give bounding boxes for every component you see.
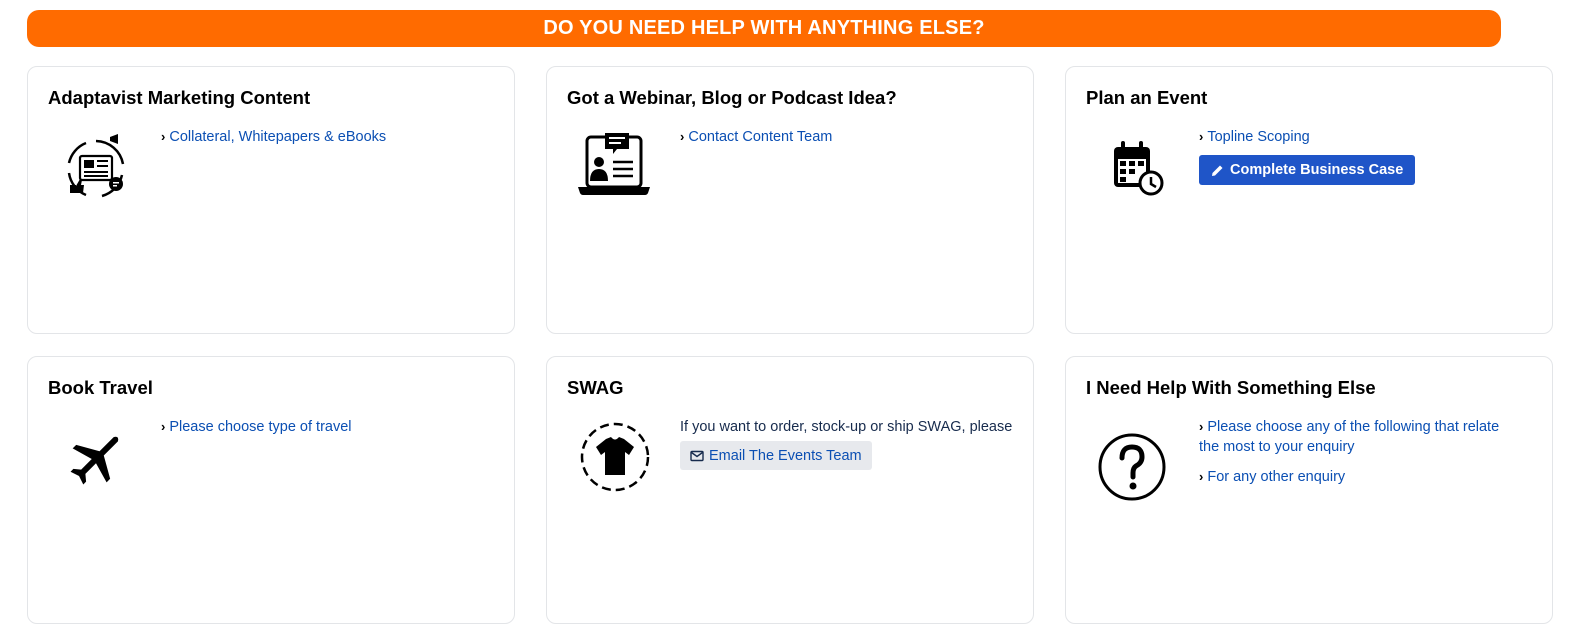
link-other-enquiry[interactable]: › For any other enquiry bbox=[1199, 467, 1540, 487]
chevron-right-icon: › bbox=[1199, 419, 1204, 434]
link-collateral[interactable]: › Collateral, Whitepapers & eBooks bbox=[161, 127, 502, 147]
link-choose-enquiry[interactable]: › Please choose any of the following that… bbox=[1199, 417, 1509, 457]
card-webinar-idea: Got a Webinar, Blog or Podcast Idea? › Co… bbox=[546, 66, 1034, 334]
chevron-right-icon: › bbox=[161, 129, 166, 144]
link-topline-scoping[interactable]: › Topline Scoping bbox=[1199, 127, 1540, 147]
airplane-icon bbox=[56, 419, 136, 499]
chevron-right-icon: › bbox=[680, 129, 685, 144]
chevron-right-icon: › bbox=[1199, 469, 1204, 484]
card-title: Plan an Event bbox=[1086, 87, 1208, 108]
link-label: Topline Scoping bbox=[1207, 129, 1310, 145]
card-title: SWAG bbox=[567, 377, 624, 398]
card-something-else: I Need Help With Something Else › Please … bbox=[1065, 356, 1553, 624]
card-title: I Need Help With Something Else bbox=[1086, 377, 1376, 398]
button-label: Complete Business Case bbox=[1230, 162, 1404, 178]
chevron-right-icon: › bbox=[1199, 129, 1204, 144]
laptop-presenter-icon bbox=[575, 129, 655, 209]
news-cycle-icon bbox=[56, 129, 136, 209]
email-events-team-button[interactable]: Email The Events Team bbox=[680, 441, 872, 470]
card-book-travel: Book Travel › Please choose type of trave… bbox=[27, 356, 515, 624]
card-title: Adaptavist Marketing Content bbox=[48, 87, 311, 108]
calendar-clock-icon bbox=[1094, 129, 1174, 209]
link-label: For any other enquiry bbox=[1207, 469, 1346, 485]
link-label: Contact Content Team bbox=[688, 129, 833, 145]
card-marketing-content: Adaptavist Marketing Content › Collateral… bbox=[27, 66, 515, 334]
link-label: Please choose any of the following that … bbox=[1199, 419, 1500, 455]
button-label: Email The Events Team bbox=[709, 447, 862, 464]
link-label: Collateral, Whitepapers & eBooks bbox=[169, 129, 387, 145]
pencil-icon bbox=[1212, 165, 1223, 176]
question-circle-icon bbox=[1096, 431, 1176, 511]
tshirt-icon bbox=[575, 419, 655, 499]
card-title: Got a Webinar, Blog or Podcast Idea? bbox=[567, 87, 897, 108]
link-travel-type[interactable]: › Please choose type of travel bbox=[161, 417, 502, 437]
card-title: Book Travel bbox=[48, 377, 153, 398]
swag-instructions: If you want to order, stock-up or ship S… bbox=[680, 419, 1013, 435]
card-swag: SWAG If you want to order, stock-up or s… bbox=[546, 356, 1034, 624]
card-plan-event: Plan an Event › Topline Scoping Complete … bbox=[1065, 66, 1553, 334]
chevron-right-icon: › bbox=[161, 419, 166, 434]
help-banner: DO YOU NEED HELP WITH ANYTHING ELSE? bbox=[27, 10, 1501, 47]
link-label: Please choose type of travel bbox=[169, 419, 352, 435]
envelope-icon bbox=[690, 450, 704, 461]
link-contact-content-team[interactable]: › Contact Content Team bbox=[680, 127, 1021, 147]
complete-business-case-button[interactable]: Complete Business Case bbox=[1199, 155, 1416, 185]
